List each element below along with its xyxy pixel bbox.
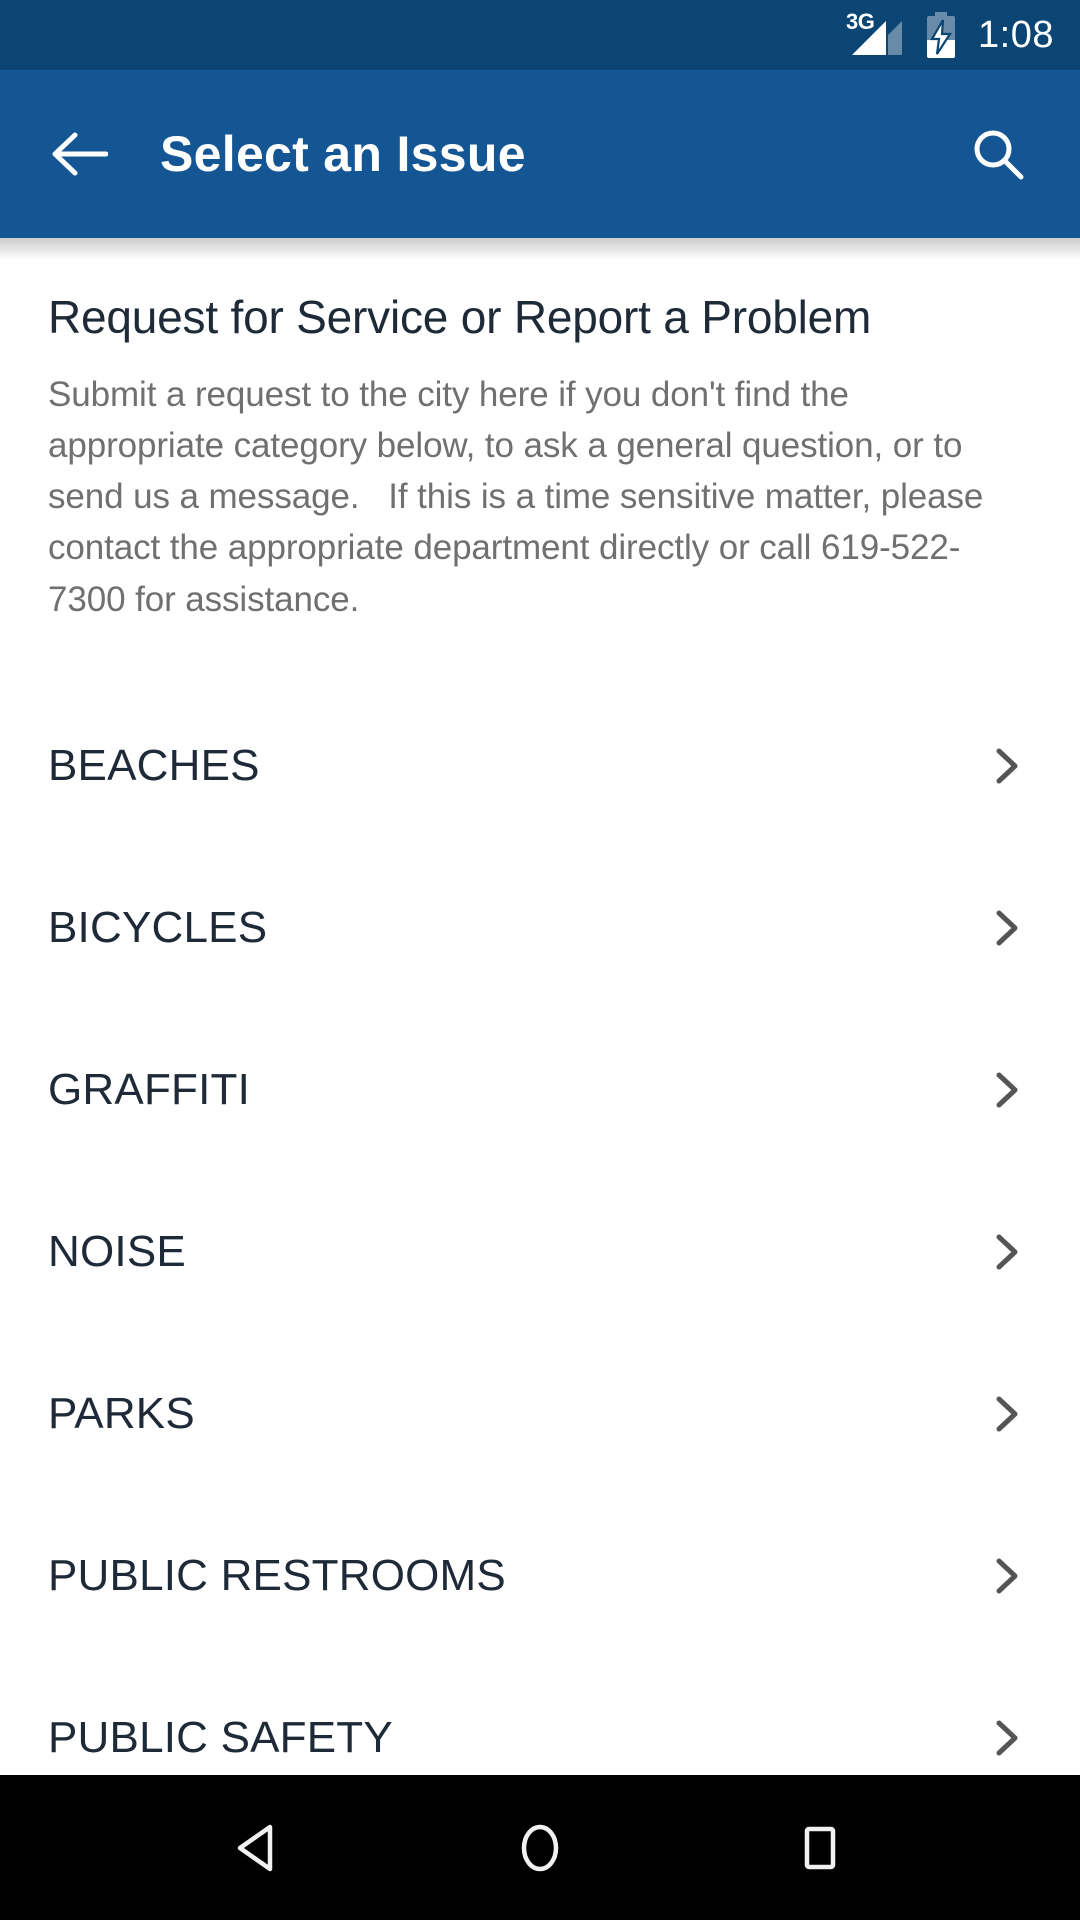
nav-back-triangle-icon [237, 1824, 273, 1871]
chevron-right-icon [996, 1720, 1018, 1756]
search-icon [974, 130, 1024, 180]
signal-strength-icon: 3G [846, 11, 904, 57]
issue-label: PUBLIC SAFETY [48, 1712, 393, 1762]
intro-section: Request for Service or Report a Problem … [0, 238, 1080, 625]
search-button[interactable] [964, 120, 1032, 188]
nav-recents-button[interactable] [772, 1800, 868, 1896]
list-item[interactable]: GRAFFITI [0, 1009, 1080, 1171]
list-item[interactable]: PUBLIC SAFETY [0, 1657, 1080, 1775]
chevron-right-icon [996, 1234, 1018, 1270]
app-bar: Select an Issue [0, 70, 1080, 238]
intro-title: Request for Service or Report a Problem [48, 291, 872, 343]
app-bar-shadow [0, 238, 1080, 260]
list-item[interactable]: PARKS [0, 1333, 1080, 1495]
issue-label: NOISE [48, 1226, 186, 1276]
phone-screen: 3G 1:08 Select an Issue Request for Serv… [0, 0, 1080, 1920]
nav-home-button[interactable] [492, 1800, 588, 1896]
chevron-right-icon [996, 910, 1018, 946]
content-scroll-area[interactable]: Request for Service or Report a Problem … [0, 238, 1080, 1775]
list-item[interactable]: PUBLIC RESTROOMS [0, 1495, 1080, 1657]
list-item[interactable]: BEACHES [0, 685, 1080, 847]
nav-recents-square-icon [804, 1826, 836, 1869]
back-button[interactable] [48, 123, 110, 185]
page-title: Select an Issue [160, 126, 526, 182]
chevron-right-icon [996, 1396, 1018, 1432]
issue-label: BEACHES [48, 740, 260, 790]
issue-label: PARKS [48, 1388, 195, 1438]
nav-home-circle-icon [521, 1824, 559, 1871]
chevron-right-icon [996, 1072, 1018, 1108]
status-bar-icons: 3G 1:08 [846, 11, 1054, 58]
back-arrow-icon [52, 132, 108, 176]
chevron-right-icon [996, 1558, 1018, 1594]
issue-list: BEACHES BICYCLES GRAFFITI NOISE PARKS PU… [0, 685, 1080, 1775]
signal-bars-icon [852, 21, 903, 55]
status-bar: 3G 1:08 [0, 0, 1080, 70]
issue-label: PUBLIC RESTROOMS [48, 1550, 506, 1600]
battery-charging-icon [927, 12, 956, 58]
intro-body: Submit a request to the city here if you… [48, 375, 993, 619]
list-item[interactable]: BICYCLES [0, 847, 1080, 1009]
issue-label: GRAFFITI [48, 1064, 251, 1114]
list-item[interactable]: NOISE [0, 1171, 1080, 1333]
chevron-right-icon [996, 748, 1018, 784]
nav-back-button[interactable] [212, 1800, 308, 1896]
clock-label: 1:08 [978, 14, 1054, 56]
android-navigation-bar [0, 1775, 1080, 1920]
issue-label: BICYCLES [48, 902, 268, 952]
